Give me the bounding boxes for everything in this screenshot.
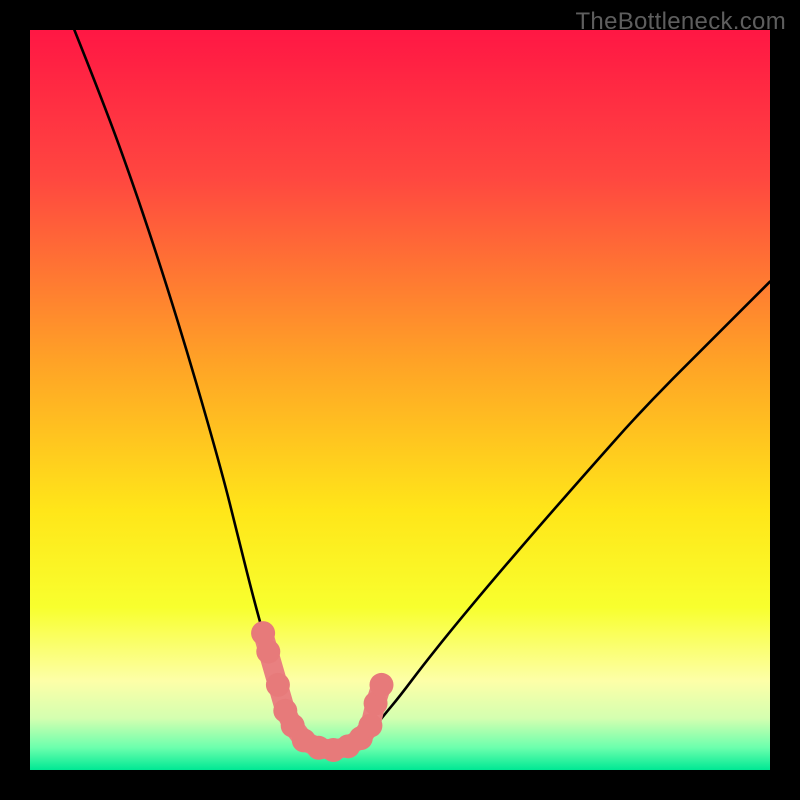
chart-svg: [30, 30, 770, 770]
watermark-text: TheBottleneck.com: [575, 8, 786, 36]
chart-plot-area: [30, 30, 770, 770]
chart-frame: TheBottleneck.com: [0, 0, 800, 800]
marker-dot: [256, 640, 280, 664]
gradient-background: [30, 30, 770, 770]
marker-dot: [370, 673, 394, 697]
marker-dot: [358, 714, 382, 738]
marker-dot: [266, 673, 290, 697]
